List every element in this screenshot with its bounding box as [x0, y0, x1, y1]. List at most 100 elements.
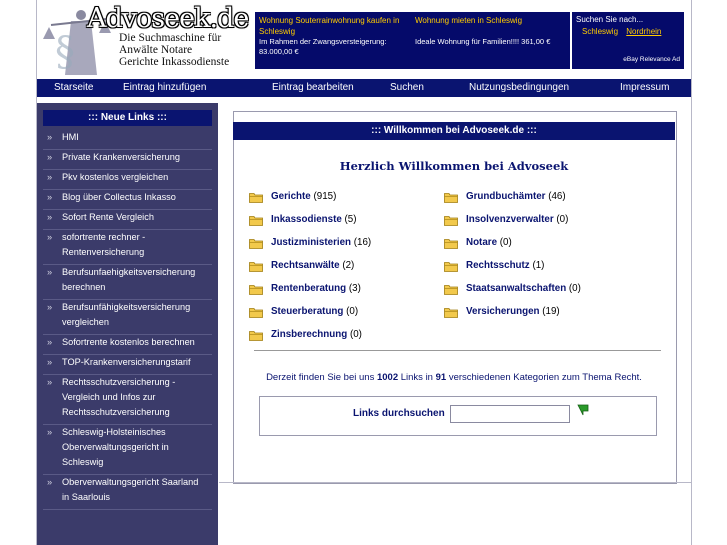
sidebar-link[interactable]: » Blog über Collectus Inkasso — [43, 190, 212, 210]
sidebar-link[interactable]: » TOP-Krankenversicherungstarif — [43, 355, 212, 375]
ebay-relevance-label[interactable]: eBay Relevance Ad — [623, 56, 680, 63]
sidebar-link-label: Private Krankenversicherung — [62, 152, 180, 162]
sidebar-link[interactable]: » HMI — [43, 130, 212, 150]
nav-nutzungsbedingungen[interactable]: Nutzungsbedingungen — [469, 82, 569, 93]
category-link[interactable]: Steuerberatung (0) — [249, 306, 439, 320]
stats-link-count: 1002 — [376, 372, 399, 383]
category-link[interactable]: Gerichte (915) — [249, 191, 439, 205]
sidebar-link-label: TOP-Krankenversicherungstarif — [62, 357, 191, 367]
sidebar-link[interactable]: » Sofortrente kostenlos berechnen — [43, 335, 212, 355]
ad-banner: Wohnung Souterrainwohnung kaufen in Schl… — [255, 12, 570, 69]
sidebar-link[interactable]: » Private Krankenversicherung — [43, 150, 212, 170]
nav-eintrag-bearbeiten[interactable]: Eintrag bearbeiten — [272, 82, 354, 93]
stats-category-count: 91 — [435, 372, 447, 383]
folder-icon — [444, 262, 458, 272]
category-label: Justizministerien (16) — [271, 237, 371, 248]
sidebar-link-label: Rechtsschutzversicherung - Vergleich und… — [62, 377, 176, 417]
divider — [254, 350, 661, 351]
sidebar-title: ::: Neue Links ::: — [43, 110, 212, 126]
category-count: (0) — [556, 214, 569, 225]
category-count: (915) — [313, 191, 337, 202]
tagline-line-1: Die Suchmaschine für — [119, 32, 222, 44]
nav-impressum[interactable]: Impressum — [620, 82, 669, 93]
tagline-line-2: Anwälte Notare — [119, 44, 193, 56]
ad-item-1[interactable]: Wohnung Souterrainwohnung kaufen in Schl… — [259, 15, 407, 57]
sidebar-link[interactable]: » Sofort Rente Vergleich — [43, 210, 212, 230]
bullet-icon: » — [47, 172, 53, 182]
category-name: Justizministerien — [271, 237, 352, 248]
folder-icon — [444, 193, 458, 203]
sidebar-link-label: Sofortrente kostenlos berechnen — [62, 337, 195, 347]
category-count: (2) — [342, 260, 355, 271]
search-ad-link-nordrhein[interactable]: Nordrhein — [626, 27, 661, 36]
nav-suchen[interactable]: Suchen — [390, 82, 424, 93]
category-name: Rentenberatung — [271, 283, 347, 294]
sidebar-link-label: Pkv kostenlos vergleichen — [62, 172, 169, 182]
category-link[interactable]: Rentenberatung (3) — [249, 283, 439, 297]
category-count: (0) — [499, 237, 512, 248]
stats-mid: Links in — [400, 372, 433, 383]
category-count: (0) — [349, 329, 362, 340]
category-name: Grundbuchämter — [466, 191, 546, 202]
main-bottom-line — [219, 482, 691, 483]
category-link[interactable]: Rechtsanwälte (2) — [249, 260, 439, 274]
category-count: (0) — [346, 306, 359, 317]
sidebar-link-label: Schleswig-Holsteinisches Oberverwaltungs… — [62, 427, 169, 467]
category-link[interactable]: Justizministerien (16) — [249, 237, 439, 251]
category-count: (3) — [348, 283, 361, 294]
sidebar-link-label: Sofort Rente Vergleich — [62, 212, 154, 222]
category-link[interactable]: Notare (0) — [444, 237, 634, 251]
bullet-icon: » — [47, 152, 53, 162]
stats-prefix: Derzeit finden Sie bei uns — [266, 372, 375, 383]
category-name: Rechtsanwälte — [271, 260, 340, 271]
search-ad-link-schleswig[interactable]: Schleswig — [582, 27, 618, 36]
welcome-header: ::: Willkommen bei Advoseek.de ::: — [233, 122, 675, 140]
main-content: ::: Willkommen bei Advoseek.de ::: Herzl… — [219, 103, 691, 545]
category-label: Versicherungen (19) — [466, 306, 560, 317]
category-count: (19) — [542, 306, 560, 317]
main-nav: Starseite Eintrag hinzufügen Eintrag bea… — [37, 79, 691, 97]
category-count: (46) — [548, 191, 566, 202]
sidebar-link-label: Blog über Collectus Inkasso — [62, 192, 176, 202]
folder-icon — [444, 216, 458, 226]
header: § Advoseek.de Die Suchmaschine für Anwäl… — [37, 0, 691, 79]
sidebar-link[interactable]: » sofortrente rechner - Rentenversicherun… — [43, 230, 212, 265]
category-link[interactable]: Grundbuchämter (46) — [444, 191, 634, 205]
folder-icon — [249, 193, 263, 203]
sidebar-link[interactable]: » Schleswig-Holsteinisches Oberverwaltung… — [43, 425, 212, 475]
sidebar-link-label: sofortrente rechner - Rentenversicherung — [62, 232, 146, 257]
category-count: (0) — [568, 283, 581, 294]
ad-item-2[interactable]: Wohnung mieten in Schleswig Ideale Wohnu… — [415, 15, 565, 47]
sidebar-link[interactable]: » Berufsunfähigkeitsversicherung vergleic… — [43, 300, 212, 335]
nav-starseite[interactable]: Starseite — [54, 82, 93, 93]
category-count: (5) — [344, 214, 357, 225]
folder-icon — [249, 285, 263, 295]
category-name: Steuerberatung — [271, 306, 344, 317]
category-label: Rentenberatung (3) — [271, 283, 361, 294]
nav-eintrag-hinzufuegen[interactable]: Eintrag hinzufügen — [123, 82, 206, 93]
category-label: Rechtsanwälte (2) — [271, 260, 354, 271]
sidebar-link[interactable]: » Rechtsschutzversicherung - Vergleich un… — [43, 375, 212, 425]
search-suggestion-ad: Suchen Sie nach... Schleswig Nordrhein e… — [572, 12, 684, 69]
category-label: Gerichte (915) — [271, 191, 336, 202]
category-name: Zinsberechnung — [271, 329, 348, 340]
category-link[interactable]: Insolvenzverwalter (0) — [444, 214, 634, 228]
category-link[interactable]: Zinsberechnung (0) — [249, 329, 439, 343]
sidebar-link[interactable]: » Oberverwaltungsgericht Saarland in Saar… — [43, 475, 212, 510]
search-go-arrow-icon[interactable] — [576, 403, 590, 417]
sidebar-link[interactable]: » Pkv kostenlos vergleichen — [43, 170, 212, 190]
category-link[interactable]: Rechtsschutz (1) — [444, 260, 634, 274]
bullet-icon: » — [47, 212, 53, 222]
logo[interactable]: § Advoseek.de Die Suchmaschine für Anwäl… — [37, 0, 253, 79]
bullet-icon: » — [47, 427, 53, 437]
category-link[interactable]: Inkassodienste (5) — [249, 214, 439, 228]
bullet-icon: » — [47, 357, 53, 367]
search-input[interactable] — [450, 405, 570, 423]
category-link[interactable]: Staatsanwaltschaften (0) — [444, 283, 634, 297]
category-label: Insolvenzverwalter (0) — [466, 214, 568, 225]
category-label: Notare (0) — [466, 237, 512, 248]
sidebar-link-label: Oberverwaltungsgericht Saarland in Saarl… — [62, 477, 199, 502]
category-link[interactable]: Versicherungen (19) — [444, 306, 634, 320]
sidebar-link[interactable]: » Berufsunfaehigkeitsversicherung berechn… — [43, 265, 212, 300]
category-label: Grundbuchämter (46) — [466, 191, 566, 202]
